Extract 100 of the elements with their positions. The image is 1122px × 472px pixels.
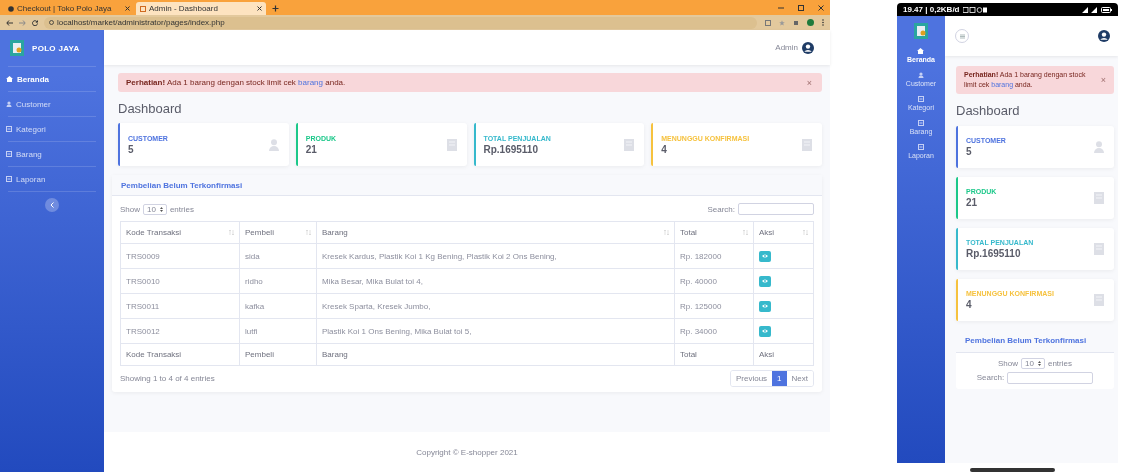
column-footer: Pembeli	[239, 343, 317, 366]
column-header[interactable]: Total	[674, 221, 754, 244]
document-icon	[1094, 191, 1104, 204]
stat-value: 5	[128, 143, 135, 155]
document-icon	[1094, 293, 1104, 306]
table-cell: kafka	[239, 293, 317, 319]
sidebar-item[interactable]: Kategori	[0, 117, 104, 141]
url-text: localhost/market/administrator/pages/index.php	[57, 18, 225, 27]
extension-icon[interactable]	[793, 19, 799, 26]
stat-value: 21	[966, 196, 979, 208]
page-heading: Dashboard	[118, 101, 183, 116]
browser-tab[interactable]: Admin - Dashboard	[136, 2, 266, 15]
close-icon[interactable]	[818, 5, 824, 11]
column-header[interactable]: Pembeli	[239, 221, 317, 244]
entries-select[interactable]: 10	[143, 203, 167, 215]
list-icon	[6, 176, 12, 182]
show-label: Show	[998, 358, 1019, 368]
eye-icon	[762, 304, 768, 308]
barang-link[interactable]: barang	[298, 78, 323, 87]
battery-icon	[1101, 6, 1112, 13]
document-icon	[624, 138, 635, 151]
search-label: Search:	[707, 204, 735, 214]
sort-icon	[229, 230, 234, 235]
sidebar-item[interactable]: Customer	[0, 92, 104, 116]
view-button[interactable]	[759, 275, 771, 287]
table-cell: Mika Besar, Mika Bulat toi 4,	[316, 268, 675, 294]
home-icon	[6, 76, 13, 82]
sidebar-toggle-button[interactable]	[45, 198, 59, 212]
sidebar-item[interactable]: Barang	[0, 142, 104, 166]
list-icon	[6, 126, 12, 132]
minimize-icon[interactable]	[778, 5, 784, 11]
signal-icon	[1082, 6, 1098, 13]
globe-icon	[8, 5, 14, 12]
stat-value: 5	[966, 145, 973, 157]
view-button[interactable]	[759, 300, 771, 312]
table-cell: TRS0012	[120, 318, 240, 344]
table-cell: Rp. 34000	[674, 318, 754, 344]
stat-value: Rp.1695110	[966, 247, 1022, 259]
document-icon	[446, 138, 457, 151]
status-icons	[962, 6, 987, 13]
search-field[interactable]	[1007, 371, 1094, 384]
table-cell: ridho	[239, 268, 317, 294]
logo-icon	[10, 40, 24, 56]
eye-icon	[762, 279, 768, 283]
avatar-icon[interactable]	[802, 41, 814, 54]
sidebar-item[interactable]: Laporan	[0, 167, 104, 191]
card-title: Pembelian Belum Terkonfirmasi	[956, 329, 1114, 353]
status-text: 19.47 | 0,2KB/d	[903, 5, 960, 14]
back-arrow-icon[interactable]	[6, 19, 13, 26]
page-icon	[140, 5, 146, 12]
close-icon[interactable]	[257, 6, 262, 11]
address-field[interactable]: localhost/market/administrator/pages/index.php	[44, 16, 757, 29]
menu-button[interactable]	[955, 29, 969, 43]
stat-value: 4	[661, 143, 668, 155]
column-header[interactable]: Barang	[316, 221, 675, 244]
column-header[interactable]: Kode Transaksi	[120, 221, 240, 244]
page-heading: Dashboard	[956, 102, 1021, 118]
column-header[interactable]: Aksi	[753, 221, 814, 244]
table-cell: TRS0011	[120, 293, 240, 319]
tab-title: Checkout | Toko Polo Jaya	[17, 4, 113, 13]
eye-icon	[762, 329, 768, 333]
entries-select[interactable]: 10	[1021, 357, 1045, 369]
list-icon	[6, 151, 12, 157]
page-button[interactable]: 1	[772, 371, 787, 386]
reload-icon[interactable]	[32, 19, 38, 26]
column-footer: Barang	[316, 343, 675, 366]
sort-icon	[306, 230, 311, 235]
avatar-icon[interactable]	[1098, 30, 1110, 42]
document-icon	[1094, 242, 1104, 255]
table-cell: Rp. 182000	[674, 243, 754, 269]
view-button[interactable]	[759, 325, 771, 337]
close-icon[interactable]	[125, 6, 130, 11]
forward-arrow-icon[interactable]	[19, 19, 26, 26]
table-info: Showing 1 to 4 of 4 entries	[120, 374, 215, 383]
star-icon[interactable]	[779, 19, 785, 26]
maximize-icon[interactable]	[798, 5, 804, 11]
table-cell: Plastik Koi 1 Ons Bening, Mika Bulat toi 5,	[316, 318, 675, 344]
list-icon	[918, 120, 924, 126]
user-name: Admin	[775, 43, 798, 52]
table-cell: Kresek Sparta, Kresek Jumbo,	[316, 293, 675, 319]
search-field[interactable]	[738, 203, 814, 215]
sidebar-item[interactable]: Beranda	[0, 67, 104, 91]
sort-icon	[664, 230, 669, 235]
browser-tab[interactable]: Checkout | Toko Polo Jaya	[4, 2, 134, 15]
sort-icon	[803, 230, 808, 235]
close-button[interactable]: ×	[1098, 74, 1108, 85]
sort-icon	[743, 230, 748, 235]
column-footer: Kode Transaksi	[120, 343, 240, 366]
entries-label: entries	[169, 204, 194, 214]
updown-icon	[1037, 360, 1041, 366]
close-button[interactable]: ×	[804, 77, 814, 88]
footer-text: Copyright © E-shopper 2021	[104, 432, 830, 472]
profile-icon[interactable]	[807, 19, 814, 26]
menu-icon	[959, 33, 965, 39]
plus-icon[interactable]	[272, 5, 279, 12]
stat-value: 21	[305, 143, 318, 155]
table-cell: lutfi	[239, 318, 317, 344]
view-button[interactable]	[759, 250, 771, 262]
user-icon	[6, 101, 12, 107]
info-icon	[49, 20, 54, 25]
